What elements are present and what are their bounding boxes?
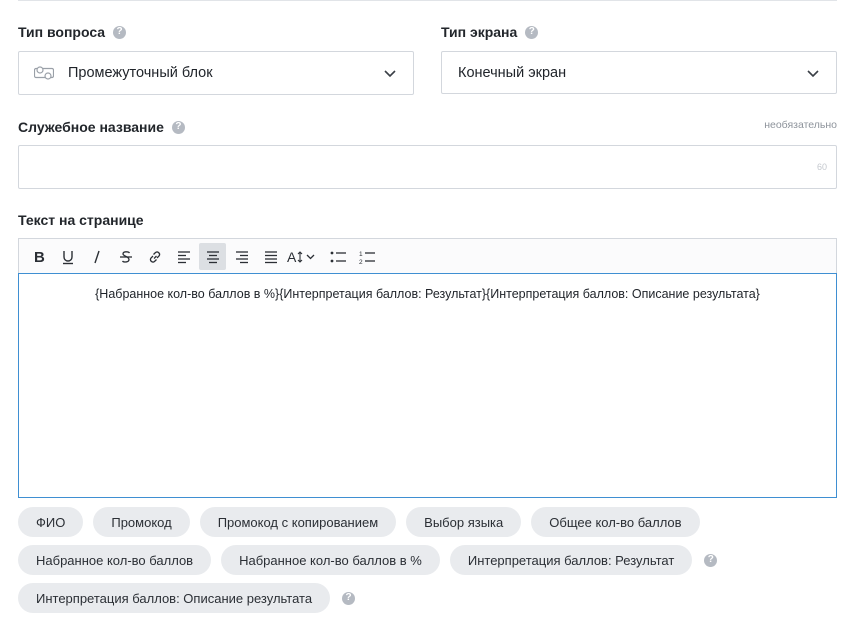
variable-chips: ФИО Промокод Промокод с копированием Выб… bbox=[18, 507, 848, 621]
align-center-icon[interactable] bbox=[199, 243, 226, 270]
chip-score-result[interactable]: Интерпретация баллов: Результат bbox=[449, 545, 693, 575]
svg-text:A: A bbox=[287, 249, 297, 265]
chip-promo-code[interactable]: Промокод bbox=[93, 507, 190, 537]
screen-type-label-text: Тип экрана bbox=[441, 24, 518, 40]
char-counter: 60 bbox=[816, 162, 827, 172]
chip-language-select[interactable]: Выбор языка bbox=[406, 507, 522, 537]
service-name-input[interactable]: 60 bbox=[18, 145, 837, 189]
align-left-icon[interactable] bbox=[170, 243, 197, 270]
question-type-label-text: Тип вопроса bbox=[18, 24, 106, 40]
screen-type-value: Конечный экран bbox=[458, 64, 567, 81]
font-size-icon[interactable]: A bbox=[286, 243, 322, 270]
italic-icon[interactable] bbox=[83, 243, 110, 270]
editor-toolbar: B A 12 bbox=[18, 238, 837, 274]
svg-text:B: B bbox=[34, 249, 45, 265]
chip-scored-points[interactable]: Набранное кол-во баллов bbox=[18, 545, 212, 575]
chip-total-score[interactable]: Общее кол-во баллов bbox=[531, 507, 700, 537]
underline-icon[interactable] bbox=[54, 243, 81, 270]
bold-icon[interactable]: B bbox=[25, 243, 52, 270]
chevron-down-icon bbox=[384, 70, 396, 78]
strikethrough-icon[interactable] bbox=[112, 243, 139, 270]
chip-full-name[interactable]: ФИО bbox=[18, 507, 84, 537]
service-name-label: Служебное название ? bbox=[18, 119, 185, 135]
chip-score-description[interactable]: Интерпретация баллов: Описание результат… bbox=[18, 583, 331, 613]
svg-text:1: 1 bbox=[359, 251, 363, 258]
link-icon[interactable] bbox=[141, 243, 168, 270]
chip-promo-code-copy[interactable]: Промокод с копированием bbox=[199, 507, 397, 537]
question-type-value: Промежуточный блок bbox=[68, 65, 213, 81]
bullet-list-icon[interactable] bbox=[324, 243, 351, 270]
editor-content[interactable]: {Набранное кол-во баллов в %}{Интерпрета… bbox=[19, 287, 836, 301]
chevron-down-icon bbox=[807, 69, 819, 77]
help-icon[interactable]: ? bbox=[113, 25, 127, 39]
screen-type-select[interactable]: Конечный экран bbox=[441, 51, 837, 94]
screen-type-label: Тип экрана ? bbox=[441, 24, 539, 40]
block-icon bbox=[34, 65, 54, 81]
help-icon[interactable]: ? bbox=[704, 553, 718, 567]
chip-row: Набранное кол-во баллов Набранное кол-во… bbox=[18, 545, 848, 575]
question-type-select[interactable]: Промежуточный блок bbox=[18, 51, 414, 95]
page-text-label-text: Текст на странице bbox=[18, 212, 144, 228]
help-icon[interactable]: ? bbox=[525, 25, 539, 39]
optional-hint: необязательно bbox=[764, 119, 837, 131]
svg-text:2: 2 bbox=[359, 259, 363, 265]
align-right-icon[interactable] bbox=[228, 243, 255, 270]
chip-scored-percent[interactable]: Набранное кол-во баллов в % bbox=[221, 545, 440, 575]
chip-row: ФИО Промокод Промокод с копированием Выб… bbox=[18, 507, 848, 537]
chip-row: Интерпретация баллов: Описание результат… bbox=[18, 583, 848, 613]
question-type-label: Тип вопроса ? bbox=[18, 24, 127, 40]
page-text-label: Текст на странице bbox=[18, 212, 144, 228]
section-divider bbox=[18, 0, 837, 1]
numbered-list-icon[interactable]: 12 bbox=[353, 243, 380, 270]
help-icon[interactable]: ? bbox=[171, 120, 185, 134]
page-text-editor[interactable]: {Набранное кол-во баллов в %}{Интерпрета… bbox=[18, 273, 837, 498]
align-justify-icon[interactable] bbox=[257, 243, 284, 270]
service-name-label-text: Служебное название bbox=[18, 119, 164, 135]
help-icon[interactable]: ? bbox=[342, 591, 356, 605]
